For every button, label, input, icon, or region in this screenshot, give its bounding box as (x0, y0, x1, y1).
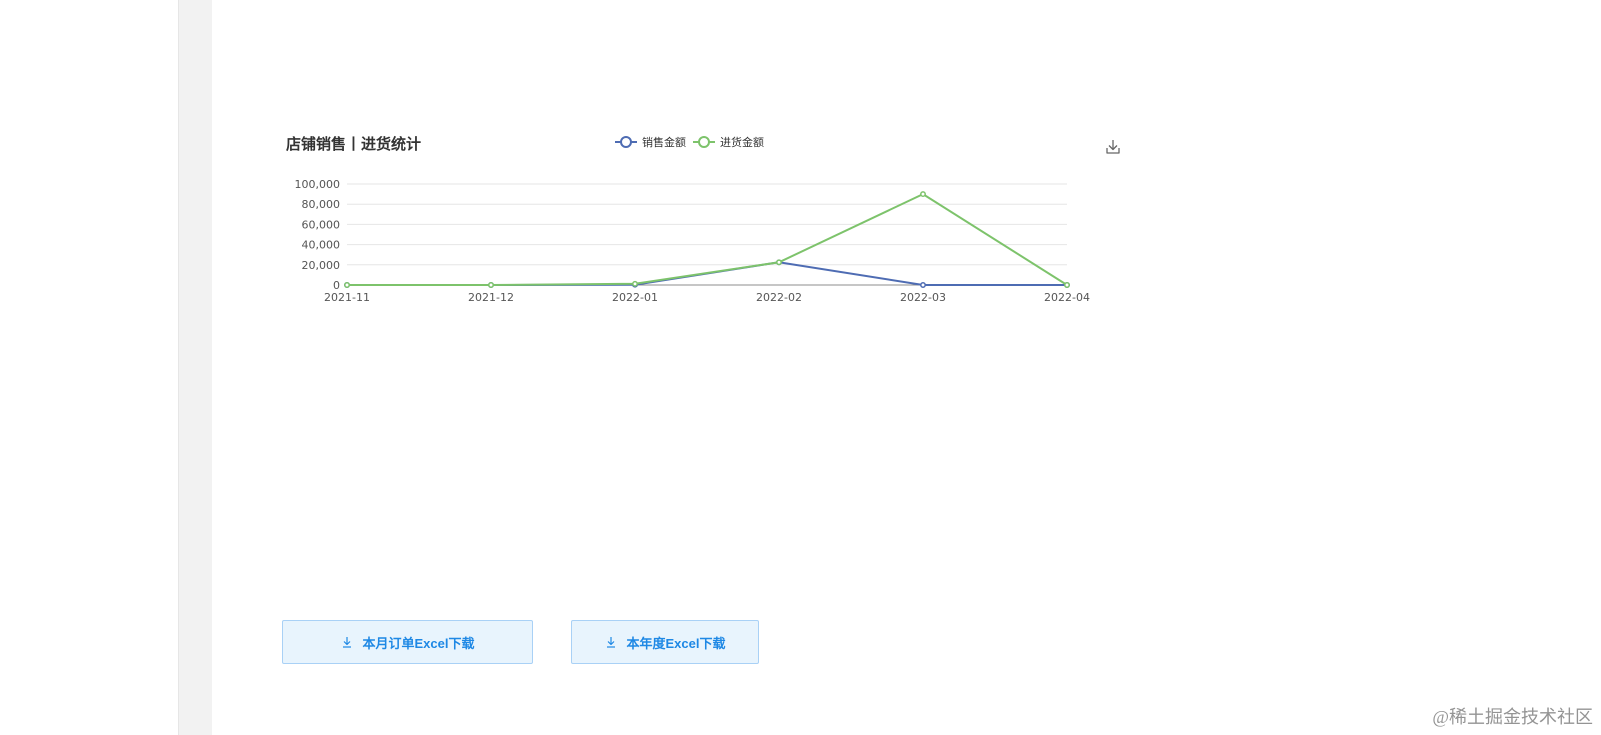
x-tick-label: 2021-11 (324, 291, 370, 304)
data-point (1064, 282, 1070, 288)
y-tick-label: 60,000 (302, 218, 341, 231)
x-tick-label: 2022-04 (1044, 291, 1090, 304)
legend: 销售金额 进货金额 (615, 135, 764, 149)
download-icon (341, 636, 353, 648)
x-tick-label: 2022-01 (612, 291, 658, 304)
y-tick-label: 80,000 (302, 198, 341, 211)
legend-marker (620, 136, 632, 148)
series (344, 191, 1070, 288)
legend-marker (698, 136, 710, 148)
x-tick-label: 2022-02 (756, 291, 802, 304)
chart-title: 店铺销售丨进货统计 (286, 135, 421, 153)
left-rail-border (178, 0, 179, 735)
data-point (920, 282, 926, 288)
legend-item: 进货金额 (693, 135, 764, 149)
series-line (347, 192, 1068, 286)
year-excel-download-label: 本年度Excel下载 (626, 635, 726, 651)
month-order-excel-download-button[interactable]: 本月订单Excel下载 (282, 620, 533, 664)
data-point (632, 280, 638, 287)
series-layer (344, 191, 1070, 288)
x-tick-label: 2021-12 (468, 291, 514, 304)
legend-item: 销售金额 (615, 135, 686, 149)
month-order-excel-download-label: 本月订单Excel下载 (362, 635, 475, 651)
grid (347, 183, 1067, 286)
x-tick-label: 2022-03 (900, 291, 946, 304)
y-tick-label: 40,000 (302, 239, 341, 252)
legend-label: 销售金额 (642, 135, 686, 149)
watermark: @稀土掘金技术社区 (1432, 707, 1593, 727)
page: 店铺销售丨进货统计 销售金额 进货金额 100,000 80,000 60,000 40… (0, 0, 1601, 735)
legend-label: 进货金额 (720, 135, 764, 149)
sales-purchase-line-chart: 店铺销售丨进货统计 销售金额 进货金额 100,000 80,000 60,000 40… (286, 135, 1120, 304)
data-point (776, 259, 782, 266)
year-excel-download-button[interactable]: 本年度Excel下载 (571, 620, 759, 664)
download-icon[interactable] (1106, 140, 1120, 154)
data-point (344, 282, 350, 288)
x-axis: 2021-11 2021-12 2022-01 2022-02 2022-03 2022-… (324, 291, 1090, 304)
left-rail (178, 0, 212, 735)
y-axis: 100,00080,00060,00040,00020,0000 (295, 178, 341, 292)
data-point (920, 191, 926, 198)
y-tick-label: 20,000 (302, 259, 341, 272)
download-icon (605, 636, 617, 648)
data-point (488, 282, 494, 288)
y-tick-label: 100,000 (295, 178, 341, 191)
